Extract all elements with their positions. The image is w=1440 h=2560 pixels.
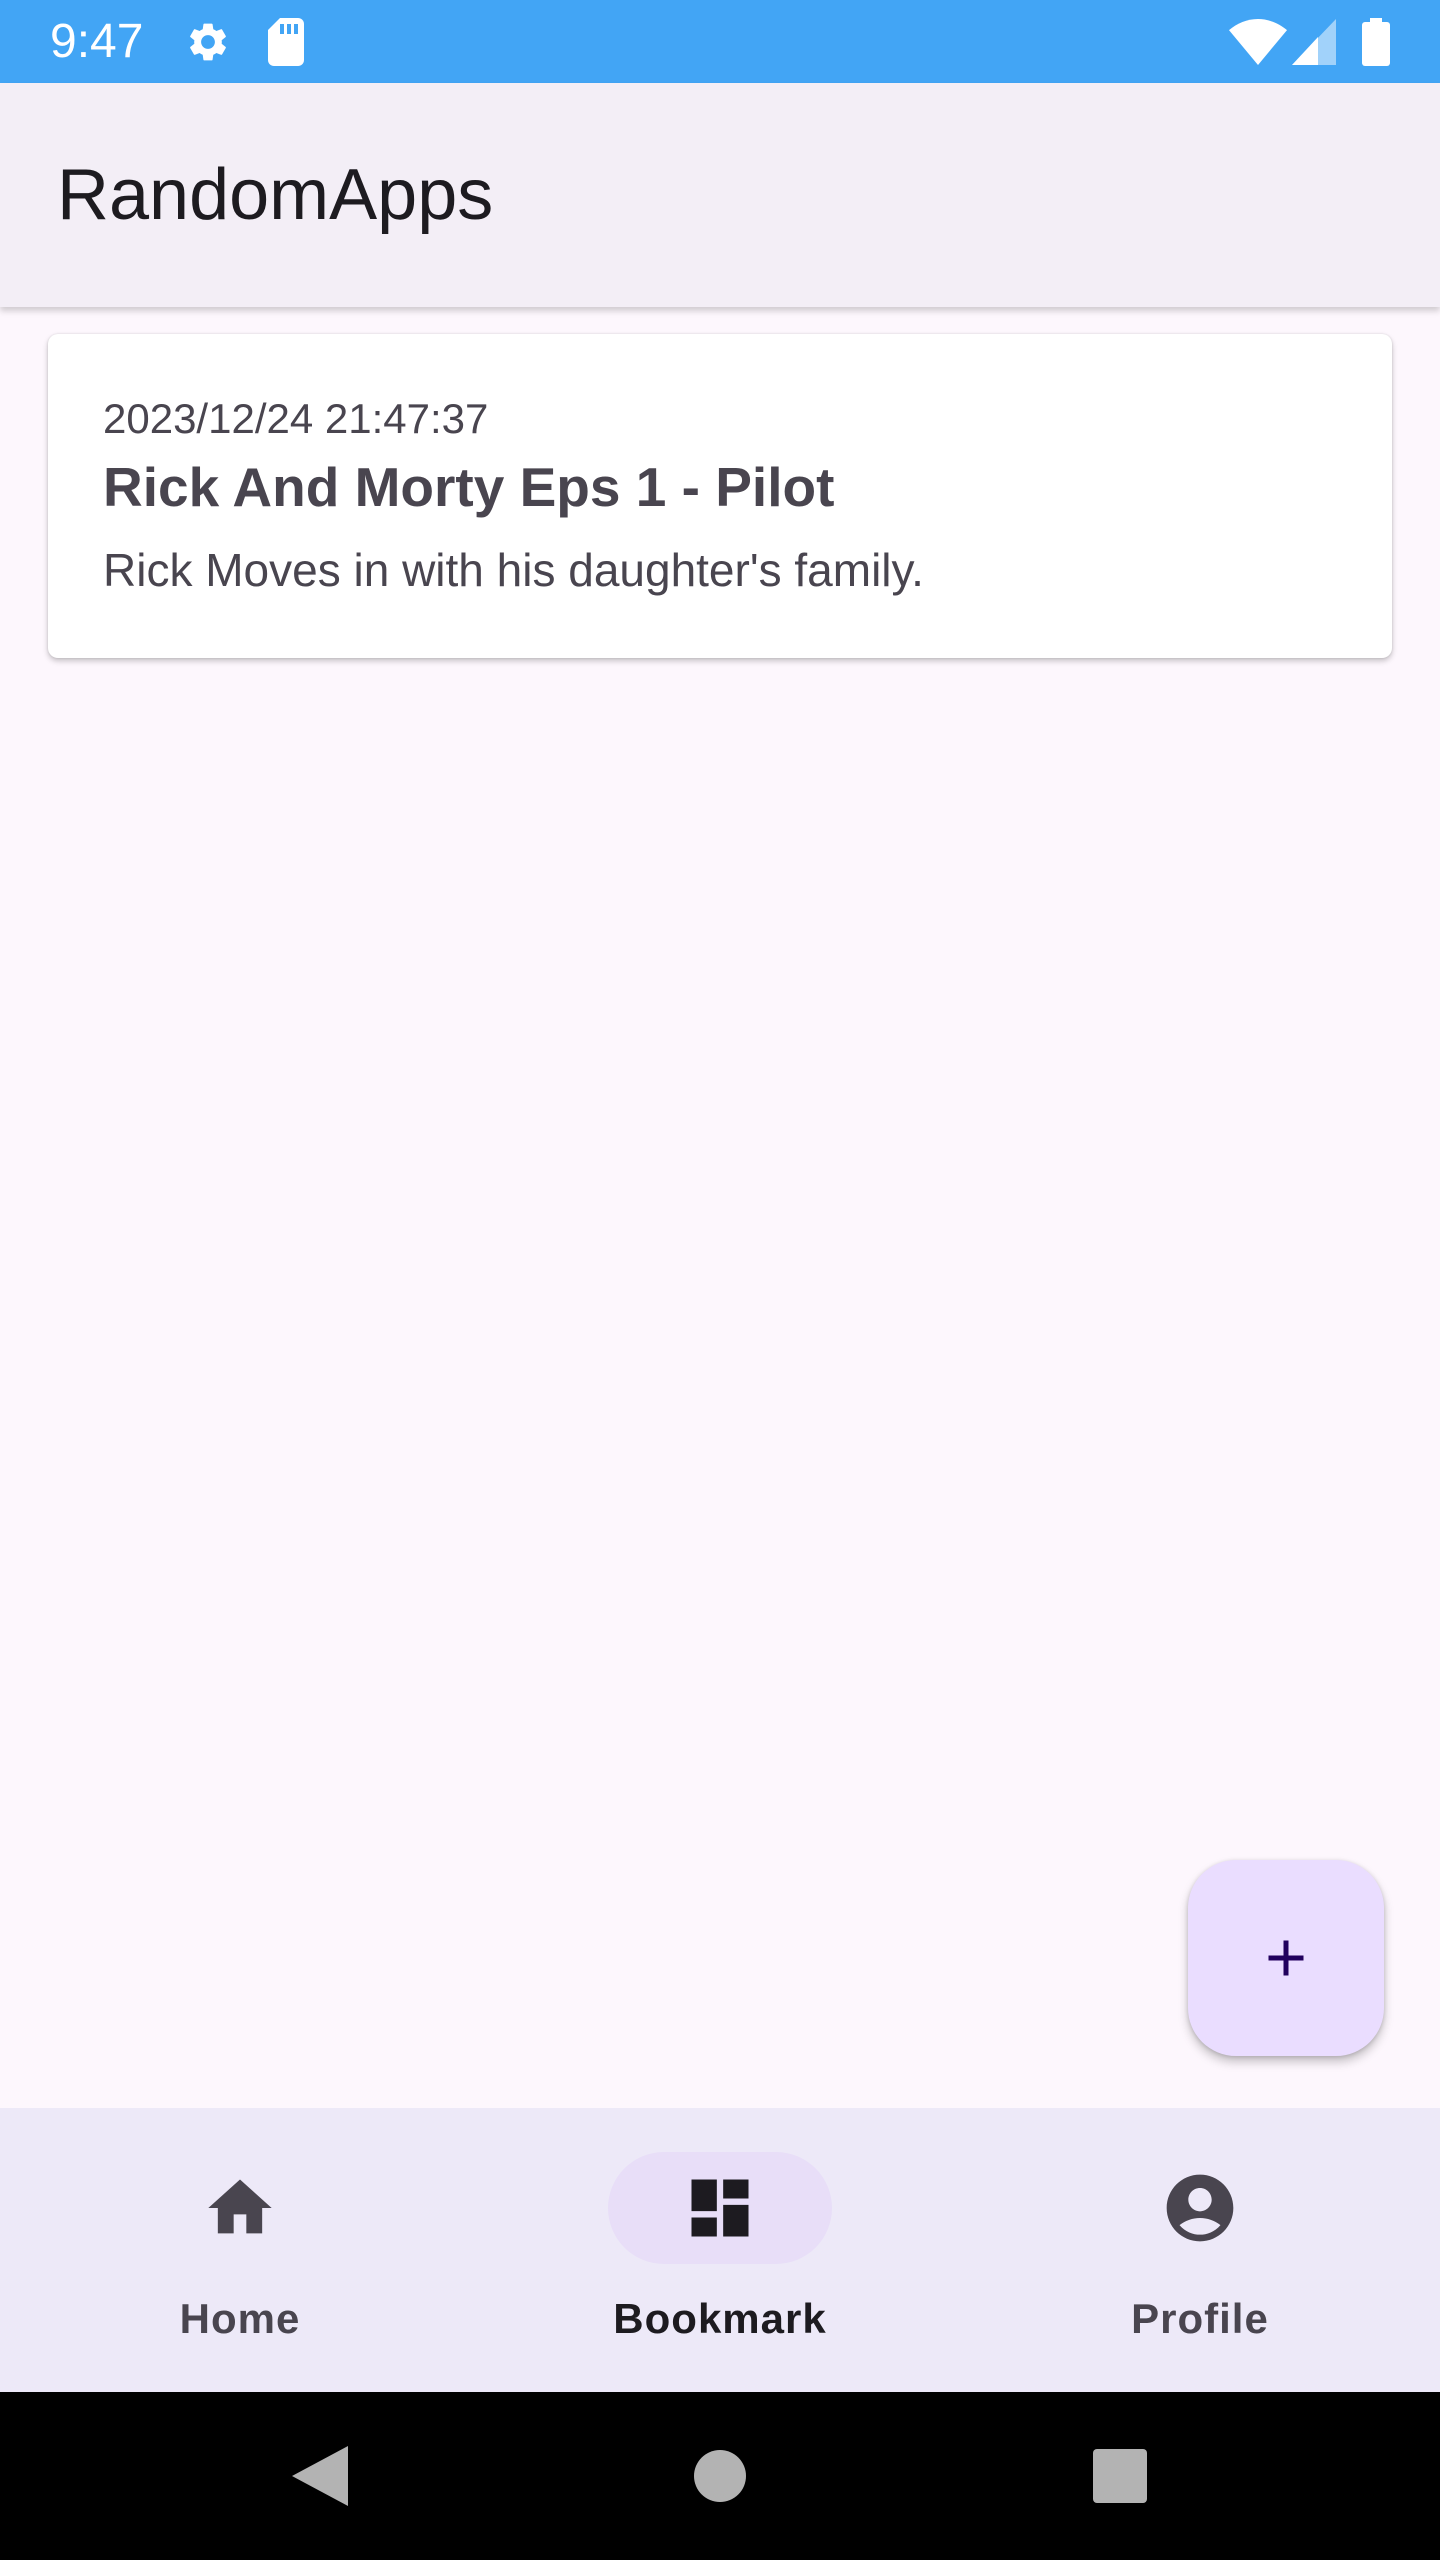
dashboard-icon — [691, 2179, 749, 2237]
recents-icon[interactable] — [1080, 2392, 1160, 2560]
home-icon — [208, 2179, 272, 2234]
gear-icon — [184, 0, 232, 83]
nav-indicator-home — [128, 2152, 352, 2264]
nav-indicator-profile — [1088, 2152, 1312, 2264]
nav-item-profile[interactable]: Profile — [1020, 2108, 1380, 2392]
nav-item-bookmark[interactable]: Bookmark — [540, 2108, 900, 2392]
back-icon[interactable] — [280, 2392, 360, 2560]
bookmark-card[interactable]: 2023/12/24 21:47:37 Rick And Morty Eps 1… — [48, 334, 1392, 658]
battery-icon — [1358, 0, 1394, 83]
nav-label-home: Home — [179, 2295, 301, 2342]
add-bookmark-button[interactable] — [1188, 1860, 1384, 2056]
account-circle-icon — [1166, 2174, 1234, 2242]
bottom-navigation: Home Bookmark Profile — [0, 2108, 1440, 2392]
status-bar: 9:47 — [0, 0, 1440, 83]
sd-card-icon — [264, 0, 308, 83]
cell-signal-icon — [1290, 0, 1338, 83]
plus-icon — [1268, 1940, 1304, 1976]
nav-item-home[interactable]: Home — [60, 2108, 420, 2392]
system-navigation-bar — [0, 2392, 1440, 2560]
nav-indicator-bookmark — [608, 2152, 832, 2264]
nav-label-bookmark: Bookmark — [613, 2295, 827, 2342]
bookmark-description: Rick Moves in with his daughter's family… — [103, 544, 924, 596]
top-app-bar: RandomApps — [0, 83, 1440, 307]
app-title: RandomApps — [57, 155, 494, 235]
status-time: 9:47 — [50, 15, 144, 68]
home-circle-icon[interactable] — [680, 2392, 760, 2560]
nav-label-profile: Profile — [1131, 2295, 1269, 2342]
wifi-icon — [1228, 0, 1288, 83]
bookmark-title: Rick And Morty Eps 1 - Pilot — [103, 456, 835, 518]
bookmark-timestamp: 2023/12/24 21:47:37 — [103, 395, 489, 442]
